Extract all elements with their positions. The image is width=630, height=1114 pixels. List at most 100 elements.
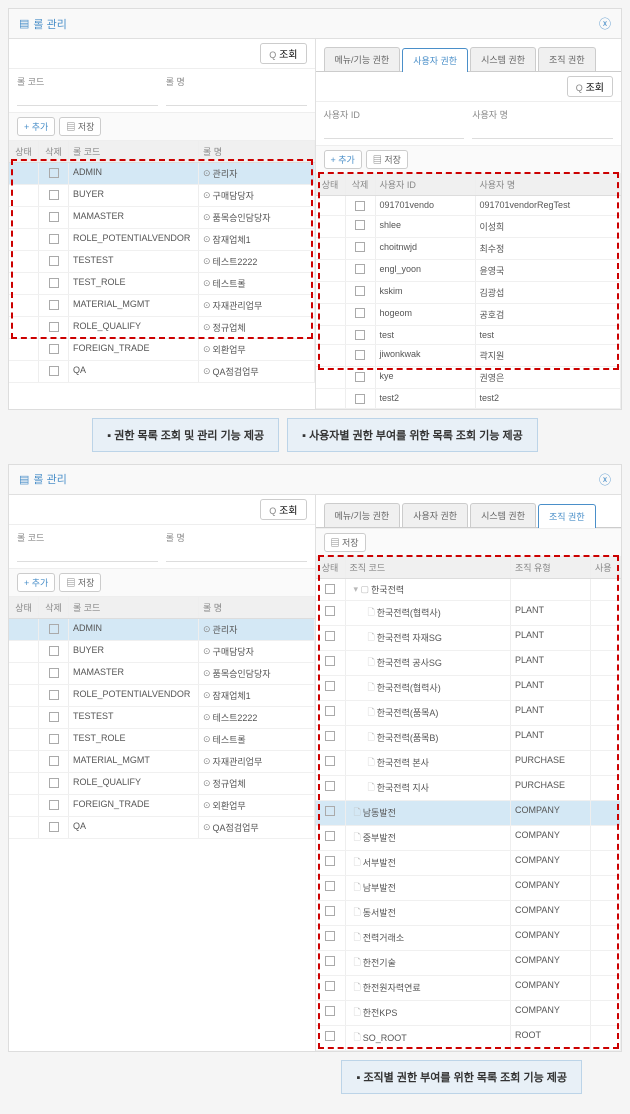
checkbox[interactable] [49, 778, 59, 788]
search-icon[interactable]: ⊙ [203, 800, 211, 811]
checkbox[interactable] [49, 646, 59, 656]
checkbox[interactable] [325, 981, 335, 991]
search-icon[interactable]: ⊙ [203, 278, 211, 289]
search-icon[interactable]: ⊙ [203, 646, 211, 657]
tree-row[interactable]: 🗋 한국전력(품목B)PLANT [316, 726, 622, 751]
table-row[interactable]: jiwonkwak곽지원 [316, 345, 622, 367]
table-row[interactable]: ROLE_QUALIFY⊙ 정규업체 [9, 317, 315, 339]
search-icon[interactable]: ⊙ [203, 234, 211, 245]
checkbox[interactable] [49, 690, 59, 700]
checkbox[interactable] [49, 234, 59, 244]
search-button[interactable]: Q 조회 [567, 76, 613, 97]
checkbox[interactable] [325, 756, 335, 766]
tree-row[interactable]: 🗋 한전원자력연료COMPANY [316, 976, 622, 1001]
checkbox[interactable] [49, 190, 59, 200]
search-icon[interactable]: ⊙ [203, 190, 211, 201]
search-icon[interactable]: ⊙ [203, 212, 211, 223]
search-icon[interactable]: ⊙ [203, 756, 211, 767]
tree-row[interactable]: 🗋 한국전력 자재SGPLANT [316, 626, 622, 651]
checkbox[interactable] [49, 168, 59, 178]
tree-row[interactable]: 🗋 한국전력(협력사)PLANT [316, 601, 622, 626]
table-row[interactable]: QA⊙ QA점검업무 [9, 817, 315, 839]
checkbox[interactable] [325, 681, 335, 691]
checkbox[interactable] [49, 300, 59, 310]
checkbox[interactable] [325, 881, 335, 891]
search-icon[interactable]: ⊙ [203, 822, 211, 833]
checkbox[interactable] [49, 624, 59, 634]
checkbox[interactable] [325, 706, 335, 716]
role-name-input[interactable] [166, 90, 307, 106]
save-button[interactable]: ▤ 저장 [366, 150, 408, 169]
checkbox[interactable] [355, 308, 365, 318]
table-row[interactable]: MATERIAL_MGMT⊙ 자재관리업무 [9, 751, 315, 773]
search-icon[interactable]: ⊙ [203, 366, 211, 377]
tree-row[interactable]: 🗋 한국전력 지사PURCHASE [316, 776, 622, 801]
tree-row[interactable]: 🗋 한국전력 공사SGPLANT [316, 651, 622, 676]
table-row[interactable]: hogeom공호검 [316, 304, 622, 326]
tree-row[interactable]: 🗋 남동발전COMPANY [316, 801, 622, 826]
close-icon[interactable]: ⓧ [599, 15, 611, 32]
tab-menu-auth[interactable]: 메뉴/기능 권한 [324, 503, 401, 527]
checkbox[interactable] [355, 220, 365, 230]
search-icon[interactable]: ⊙ [203, 168, 211, 179]
search-icon[interactable]: ⊙ [203, 778, 211, 789]
search-icon[interactable]: ⊙ [203, 344, 211, 355]
checkbox[interactable] [355, 264, 365, 274]
tab-system-auth[interactable]: 시스템 권한 [470, 503, 536, 527]
add-button[interactable]: + 추가 [17, 117, 55, 136]
checkbox[interactable] [49, 800, 59, 810]
tree-row[interactable]: 🗋 한국전력 본사PURCHASE [316, 751, 622, 776]
checkbox[interactable] [49, 734, 59, 744]
tree-row[interactable]: 🗋 한전KPSCOMPANY [316, 1001, 622, 1026]
tree-row[interactable]: 🗋 SO_ROOTROOT [316, 1026, 622, 1051]
search-icon[interactable]: ⊙ [203, 712, 211, 723]
table-row[interactable]: FOREIGN_TRADE⊙ 외환업무 [9, 795, 315, 817]
table-row[interactable]: TESTEST⊙ 테스트2222 [9, 251, 315, 273]
tree-row[interactable]: 🗋 한전기술COMPANY [316, 951, 622, 976]
table-row[interactable]: choitnwjd최수정 [316, 238, 622, 260]
checkbox[interactable] [325, 831, 335, 841]
checkbox[interactable] [325, 781, 335, 791]
checkbox[interactable] [355, 330, 365, 340]
save-button[interactable]: ▤ 저장 [59, 117, 101, 136]
save-button[interactable]: ▤ 저장 [324, 533, 366, 552]
search-button[interactable]: Q 조회 [260, 43, 306, 64]
checkbox[interactable] [325, 956, 335, 966]
search-icon[interactable]: ⊙ [203, 300, 211, 311]
role-code-input[interactable] [17, 90, 158, 106]
tab-system-auth[interactable]: 시스템 권한 [470, 47, 536, 71]
table-row[interactable]: BUYER⊙ 구매담당자 [9, 641, 315, 663]
tree-row[interactable]: ▾ ▢ 한국전력 [316, 579, 622, 601]
checkbox[interactable] [49, 668, 59, 678]
table-row[interactable]: MAMASTER⊙ 품목승인담당자 [9, 207, 315, 229]
table-row[interactable]: testtest [316, 326, 622, 346]
tab-org-auth[interactable]: 조직 권한 [538, 47, 596, 71]
tab-org-auth[interactable]: 조직 권한 [538, 504, 596, 528]
checkbox[interactable] [325, 931, 335, 941]
checkbox[interactable] [49, 278, 59, 288]
checkbox[interactable] [355, 394, 365, 404]
checkbox[interactable] [325, 731, 335, 741]
table-row[interactable]: ROLE_POTENTIALVENDOR⊙ 잠재업체1 [9, 685, 315, 707]
table-row[interactable]: FOREIGN_TRADE⊙ 외환업무 [9, 339, 315, 361]
tree-row[interactable]: 🗋 한국전력(협력사)PLANT [316, 676, 622, 701]
table-row[interactable]: ROLE_QUALIFY⊙ 정규업체 [9, 773, 315, 795]
table-row[interactable]: kskim김광섭 [316, 282, 622, 304]
search-icon[interactable]: ⊙ [203, 668, 211, 679]
table-row[interactable]: MAMASTER⊙ 품목승인담당자 [9, 663, 315, 685]
save-button[interactable]: ▤ 저장 [59, 573, 101, 592]
checkbox[interactable] [49, 212, 59, 222]
checkbox[interactable] [49, 756, 59, 766]
checkbox[interactable] [49, 322, 59, 332]
checkbox[interactable] [325, 631, 335, 641]
tree-row[interactable]: 🗋 서부발전COMPANY [316, 851, 622, 876]
tab-menu-auth[interactable]: 메뉴/기능 권한 [324, 47, 401, 71]
checkbox[interactable] [325, 584, 335, 594]
checkbox[interactable] [325, 606, 335, 616]
tree-row[interactable]: 🗋 중부발전COMPANY [316, 826, 622, 851]
user-id-input[interactable] [324, 123, 465, 139]
checkbox[interactable] [49, 256, 59, 266]
tab-user-auth[interactable]: 사용자 권한 [402, 48, 468, 72]
checkbox[interactable] [355, 350, 365, 360]
checkbox[interactable] [355, 201, 365, 211]
